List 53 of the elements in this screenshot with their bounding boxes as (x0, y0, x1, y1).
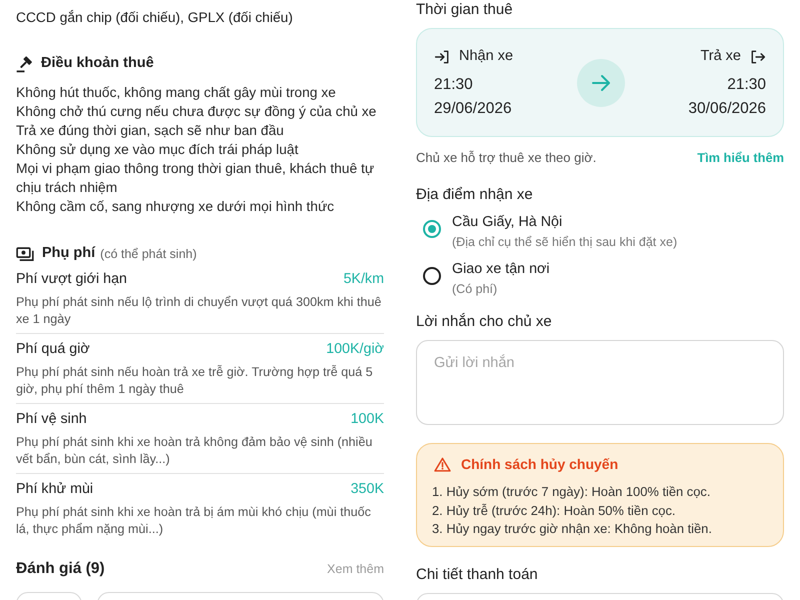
radio-button[interactable] (423, 267, 441, 285)
pickup-time: 21:30 (434, 75, 473, 95)
warning-icon (434, 456, 451, 472)
policy-item: 3. Hủy ngay trước giờ nhận xe: Không hoàn tiền. (432, 520, 713, 538)
fee-price: 100K/giờ (326, 340, 384, 360)
pickup-date: 29/06/2026 (434, 99, 512, 119)
fee-name: Phí vệ sinh (16, 410, 87, 430)
section-title: Điều khoản thuê (41, 54, 154, 74)
fee-name: Phí khử mùi (16, 480, 94, 500)
rental-term: Không sử dụng xe vào mục đích trái pháp luật (16, 141, 300, 159)
section-title: Lời nhắn cho chủ xe (416, 312, 553, 332)
option-detail: (Địa chỉ cụ thể sẽ hiển thị sau khi đặt xe) (452, 234, 678, 250)
return-label: Trả xe (700, 47, 741, 66)
message-field[interactable]: Gửi lời nhắn (416, 340, 784, 425)
section-title: Chi tiết thanh toán (416, 565, 539, 585)
fee-price: 100K (350, 410, 384, 430)
option-label: Cầu Giấy, Hà Nội (452, 213, 564, 231)
see-more-link[interactable]: Xem thêm (327, 560, 384, 578)
fee-description: Phụ phí phát sinh khi xe hoàn trả bị ám mùi khó chịu (mùi thuốc lá, thực phẩm nặng mùi...) (16, 504, 372, 538)
section-title: Phụ phí (42, 244, 96, 264)
documents-note: CCCD gắn chip (đối chiếu), GPLX (đối chiếu) (16, 9, 294, 27)
policy-item: 1. Hủy sớm (trước 7 ngày): Hoàn 100% tiền cọc. (432, 483, 712, 501)
rental-term: Mọi vi phạm giao thông trong thời gian thuê, khách thuê tự chịu trách nhiệm (16, 160, 376, 197)
radio-button[interactable] (423, 220, 441, 238)
rental-term: Không chở thú cưng nếu chưa được sự đồng ý của chủ xe (16, 103, 378, 121)
fee-price: 350K (350, 480, 384, 500)
arrow-right-icon (576, 59, 625, 107)
return-time: 21:30 (727, 75, 766, 95)
option-label: Giao xe tận nơi (452, 260, 550, 278)
reviews-title: Đánh giá (9) (16, 559, 105, 580)
policy-item: 2. Hủy trễ (trước 24h): Hoàn 50% tiền cọc. (432, 502, 676, 520)
fee-description: Phụ phí phát sinh nếu hoàn trả xe trễ giờ. Trường hợp trễ quá 5 giờ, phụ phí thêm 1 ngày thuê (16, 364, 374, 398)
fee-description: Phụ phí phát sinh khi xe hoàn trả không đảm bảo vệ sinh (nhiều vết bẩn, bùn cát, sình lầy...) (16, 434, 374, 468)
fee-price: 5K/km (343, 270, 384, 290)
rental-term: Không cầm cố, sang nhượng xe dưới mọi hình thức (16, 198, 336, 216)
rental-term: Không hút thuốc, không mang chất gây mùi trong xe (16, 84, 337, 102)
section-subtitle: (có thể phát sinh) (100, 246, 197, 263)
section-title: Thời gian thuê (416, 0, 514, 20)
option-detail: (Có phí) (452, 281, 498, 297)
login-icon (434, 50, 450, 64)
policy-title: Chính sách hủy chuyến (461, 454, 618, 474)
hourly-rental-note: Chủ xe hỗ trợ thuê xe theo giờ. (416, 149, 596, 168)
logout-icon (750, 50, 766, 64)
fee-name: Phí vượt giới hạn (16, 270, 127, 290)
rental-term: Trả xe đúng thời gian, sạch sẽ như ban đầu (16, 122, 285, 140)
pickup-label: Nhận xe (459, 47, 514, 66)
fee-name: Phí quá giờ (16, 340, 90, 360)
section-title: Địa điểm nhận xe (416, 185, 534, 205)
cash-icon (16, 246, 34, 262)
return-date: 30/06/2026 (688, 99, 766, 119)
learn-more-link[interactable]: Tìm hiểu thêm (697, 148, 784, 168)
gavel-icon (16, 56, 33, 72)
fee-description: Phụ phí phát sinh nếu lộ trình di chuyển vượt quá 300km khi thuê xe 1 ngày (16, 294, 382, 328)
